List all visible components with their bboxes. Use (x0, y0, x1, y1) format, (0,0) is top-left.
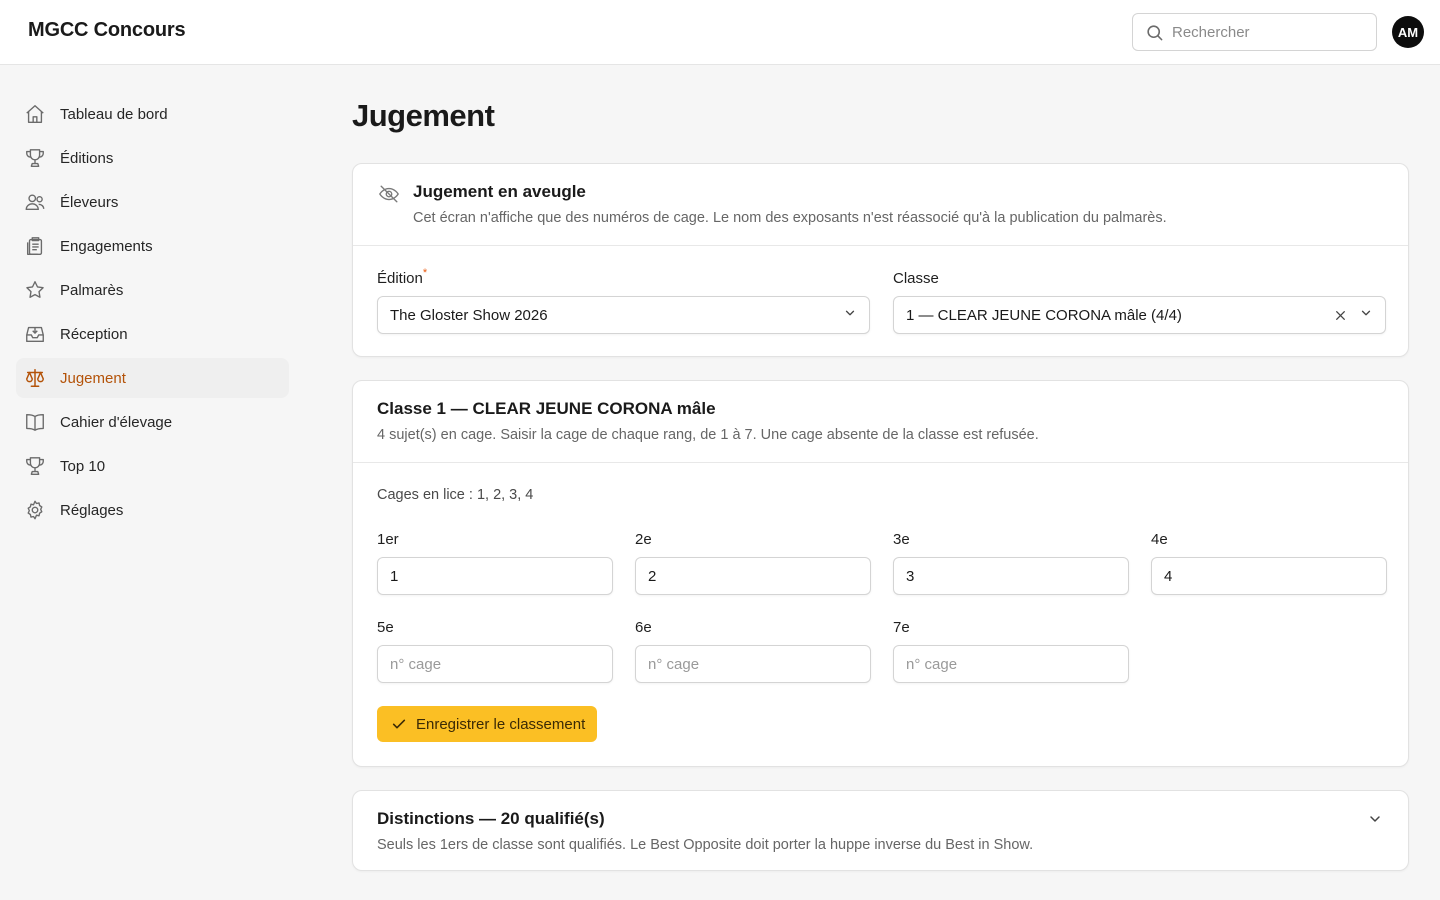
distinctions-title: Distinctions — 20 qualifié(s) (377, 809, 605, 828)
chevron-down-icon (843, 306, 857, 324)
avatar[interactable]: AM (1392, 16, 1424, 48)
top-bar: MGCC Concours AM (0, 0, 1440, 65)
save-ranking-label: Enregistrer le classement (416, 715, 586, 733)
distinctions-description: Seuls les 1ers de classe sont qualifiés.… (377, 837, 1034, 853)
rank-6-input[interactable] (635, 645, 871, 683)
main-content: Jugement (352, 96, 1409, 136)
rank-3-input[interactable] (893, 557, 1129, 595)
class-ranking-header: Classe 1 — CLEAR JEUNE CORONA mâle 4 suj… (353, 381, 1408, 463)
sidebar-item-label: Cahier d'élevage (60, 413, 173, 431)
home-icon (24, 103, 46, 125)
rank-field-1: 1er (377, 531, 613, 595)
chevron-down-icon[interactable] (1367, 811, 1383, 832)
distinctions-header: Distinctions — 20 qualifié(s) Seuls les … (377, 809, 1033, 853)
rank-label: 4e (1151, 531, 1168, 548)
sidebar-item-jugement[interactable]: Jugement (16, 358, 289, 398)
sidebar-item-top-10[interactable]: Top 10 (16, 446, 289, 486)
rank-label: 7e (893, 619, 910, 636)
trophy-icon (24, 455, 46, 477)
search-input[interactable] (1172, 23, 1362, 41)
sidebar-item-label: Top 10 (60, 457, 106, 475)
page-title: Jugement (352, 98, 495, 133)
rank-label: 3e (893, 531, 910, 548)
rank-label: 2e (635, 531, 652, 548)
classe-select[interactable]: 1 — CLEAR JEUNE CORONA mâle (4/4) (893, 296, 1386, 334)
sidebar-item-reglages[interactable]: Réglages (16, 490, 289, 530)
rank-label: 6e (635, 619, 652, 636)
classe-select-value: 1 — CLEAR JEUNE CORONA mâle (4/4) (906, 306, 1182, 324)
app-brand[interactable]: MGCC Concours (28, 19, 186, 42)
users-icon (24, 191, 46, 213)
rank-field-5: 5e (377, 619, 613, 683)
classe-field: Classe 1 — CLEAR JEUNE CORONA mâle (4/4) (893, 270, 1386, 334)
edition-select-value: The Gloster Show 2026 (390, 306, 548, 324)
blind-judging-title: Jugement en aveugle (413, 182, 586, 201)
save-ranking-button[interactable]: Enregistrer le classement (377, 706, 598, 742)
rank-4-input[interactable] (1151, 557, 1387, 595)
trophy-icon (24, 147, 46, 169)
blind-judging-card: Jugement en aveugle Cet écran n'affiche … (352, 163, 1409, 357)
rank-2-input[interactable] (635, 557, 871, 595)
sidebar: Tableau de bord Éditions Éleveurs Engage… (16, 94, 289, 534)
cages-in-play: Cages en lice : 1, 2, 3, 4 (377, 487, 534, 503)
sidebar-item-label: Réglages (60, 501, 124, 519)
clipboard-icon (24, 235, 46, 257)
edition-label: Édition* (377, 267, 870, 287)
edition-label-text: Édition (377, 270, 423, 287)
rank-field-6: 6e (635, 619, 871, 683)
sidebar-item-label: Réception (60, 325, 128, 343)
rank-5-input[interactable] (377, 645, 613, 683)
inbox-icon (24, 323, 46, 345)
clear-icon[interactable] (1334, 309, 1347, 322)
star-icon (24, 279, 46, 301)
sidebar-item-eleveurs[interactable]: Éleveurs (16, 182, 289, 222)
edition-select[interactable]: The Gloster Show 2026 (377, 296, 870, 334)
rank-label: 1er (377, 531, 399, 548)
class-ranking-title: Classe 1 — CLEAR JEUNE CORONA mâle (377, 399, 716, 418)
rank-7-input[interactable] (893, 645, 1129, 683)
classe-label: Classe (893, 270, 939, 287)
sidebar-item-cahier-elevage[interactable]: Cahier d'élevage (16, 402, 289, 442)
rank-1-input[interactable] (377, 557, 613, 595)
sidebar-item-label: Tableau de bord (60, 105, 168, 123)
book-icon (24, 411, 46, 433)
check-icon (392, 719, 406, 729)
sidebar-item-palmares[interactable]: Palmarès (16, 270, 289, 310)
blind-judging-description: Cet écran n'affiche que des numéros de c… (413, 210, 1167, 226)
rank-field-4: 4e (1151, 531, 1387, 595)
rank-field-7: 7e (893, 619, 1129, 683)
sidebar-item-engagements[interactable]: Engagements (16, 226, 289, 266)
rank-field-2: 2e (635, 531, 871, 595)
blind-judging-header: Jugement en aveugle Cet écran n'affiche … (353, 164, 1408, 246)
sidebar-item-label: Palmarès (60, 281, 124, 299)
class-ranking-description: 4 sujet(s) en cage. Saisir la cage de ch… (377, 427, 1039, 443)
gear-icon (24, 499, 46, 521)
required-mark: * (422, 267, 428, 279)
sidebar-item-tableau-de-bord[interactable]: Tableau de bord (16, 94, 289, 134)
search-icon (1147, 24, 1163, 40)
sidebar-item-editions[interactable]: Éditions (16, 138, 289, 178)
sidebar-item-label: Éditions (60, 149, 114, 167)
class-ranking-card: Classe 1 — CLEAR JEUNE CORONA mâle 4 suj… (352, 380, 1409, 767)
rank-label: 5e (377, 619, 394, 636)
sidebar-item-label: Jugement (60, 369, 126, 387)
eye-off-icon (377, 182, 401, 226)
scale-icon (24, 367, 46, 389)
distinctions-card[interactable]: Distinctions — 20 qualifié(s) Seuls les … (352, 790, 1409, 871)
sidebar-item-label: Éleveurs (60, 193, 119, 211)
search-box[interactable] (1132, 13, 1377, 51)
sidebar-item-reception[interactable]: Réception (16, 314, 289, 354)
edition-field: Édition* The Gloster Show 2026 (377, 267, 870, 334)
sidebar-item-label: Engagements (60, 237, 153, 255)
chevron-down-icon[interactable] (1359, 306, 1373, 324)
rank-field-3: 3e (893, 531, 1129, 595)
